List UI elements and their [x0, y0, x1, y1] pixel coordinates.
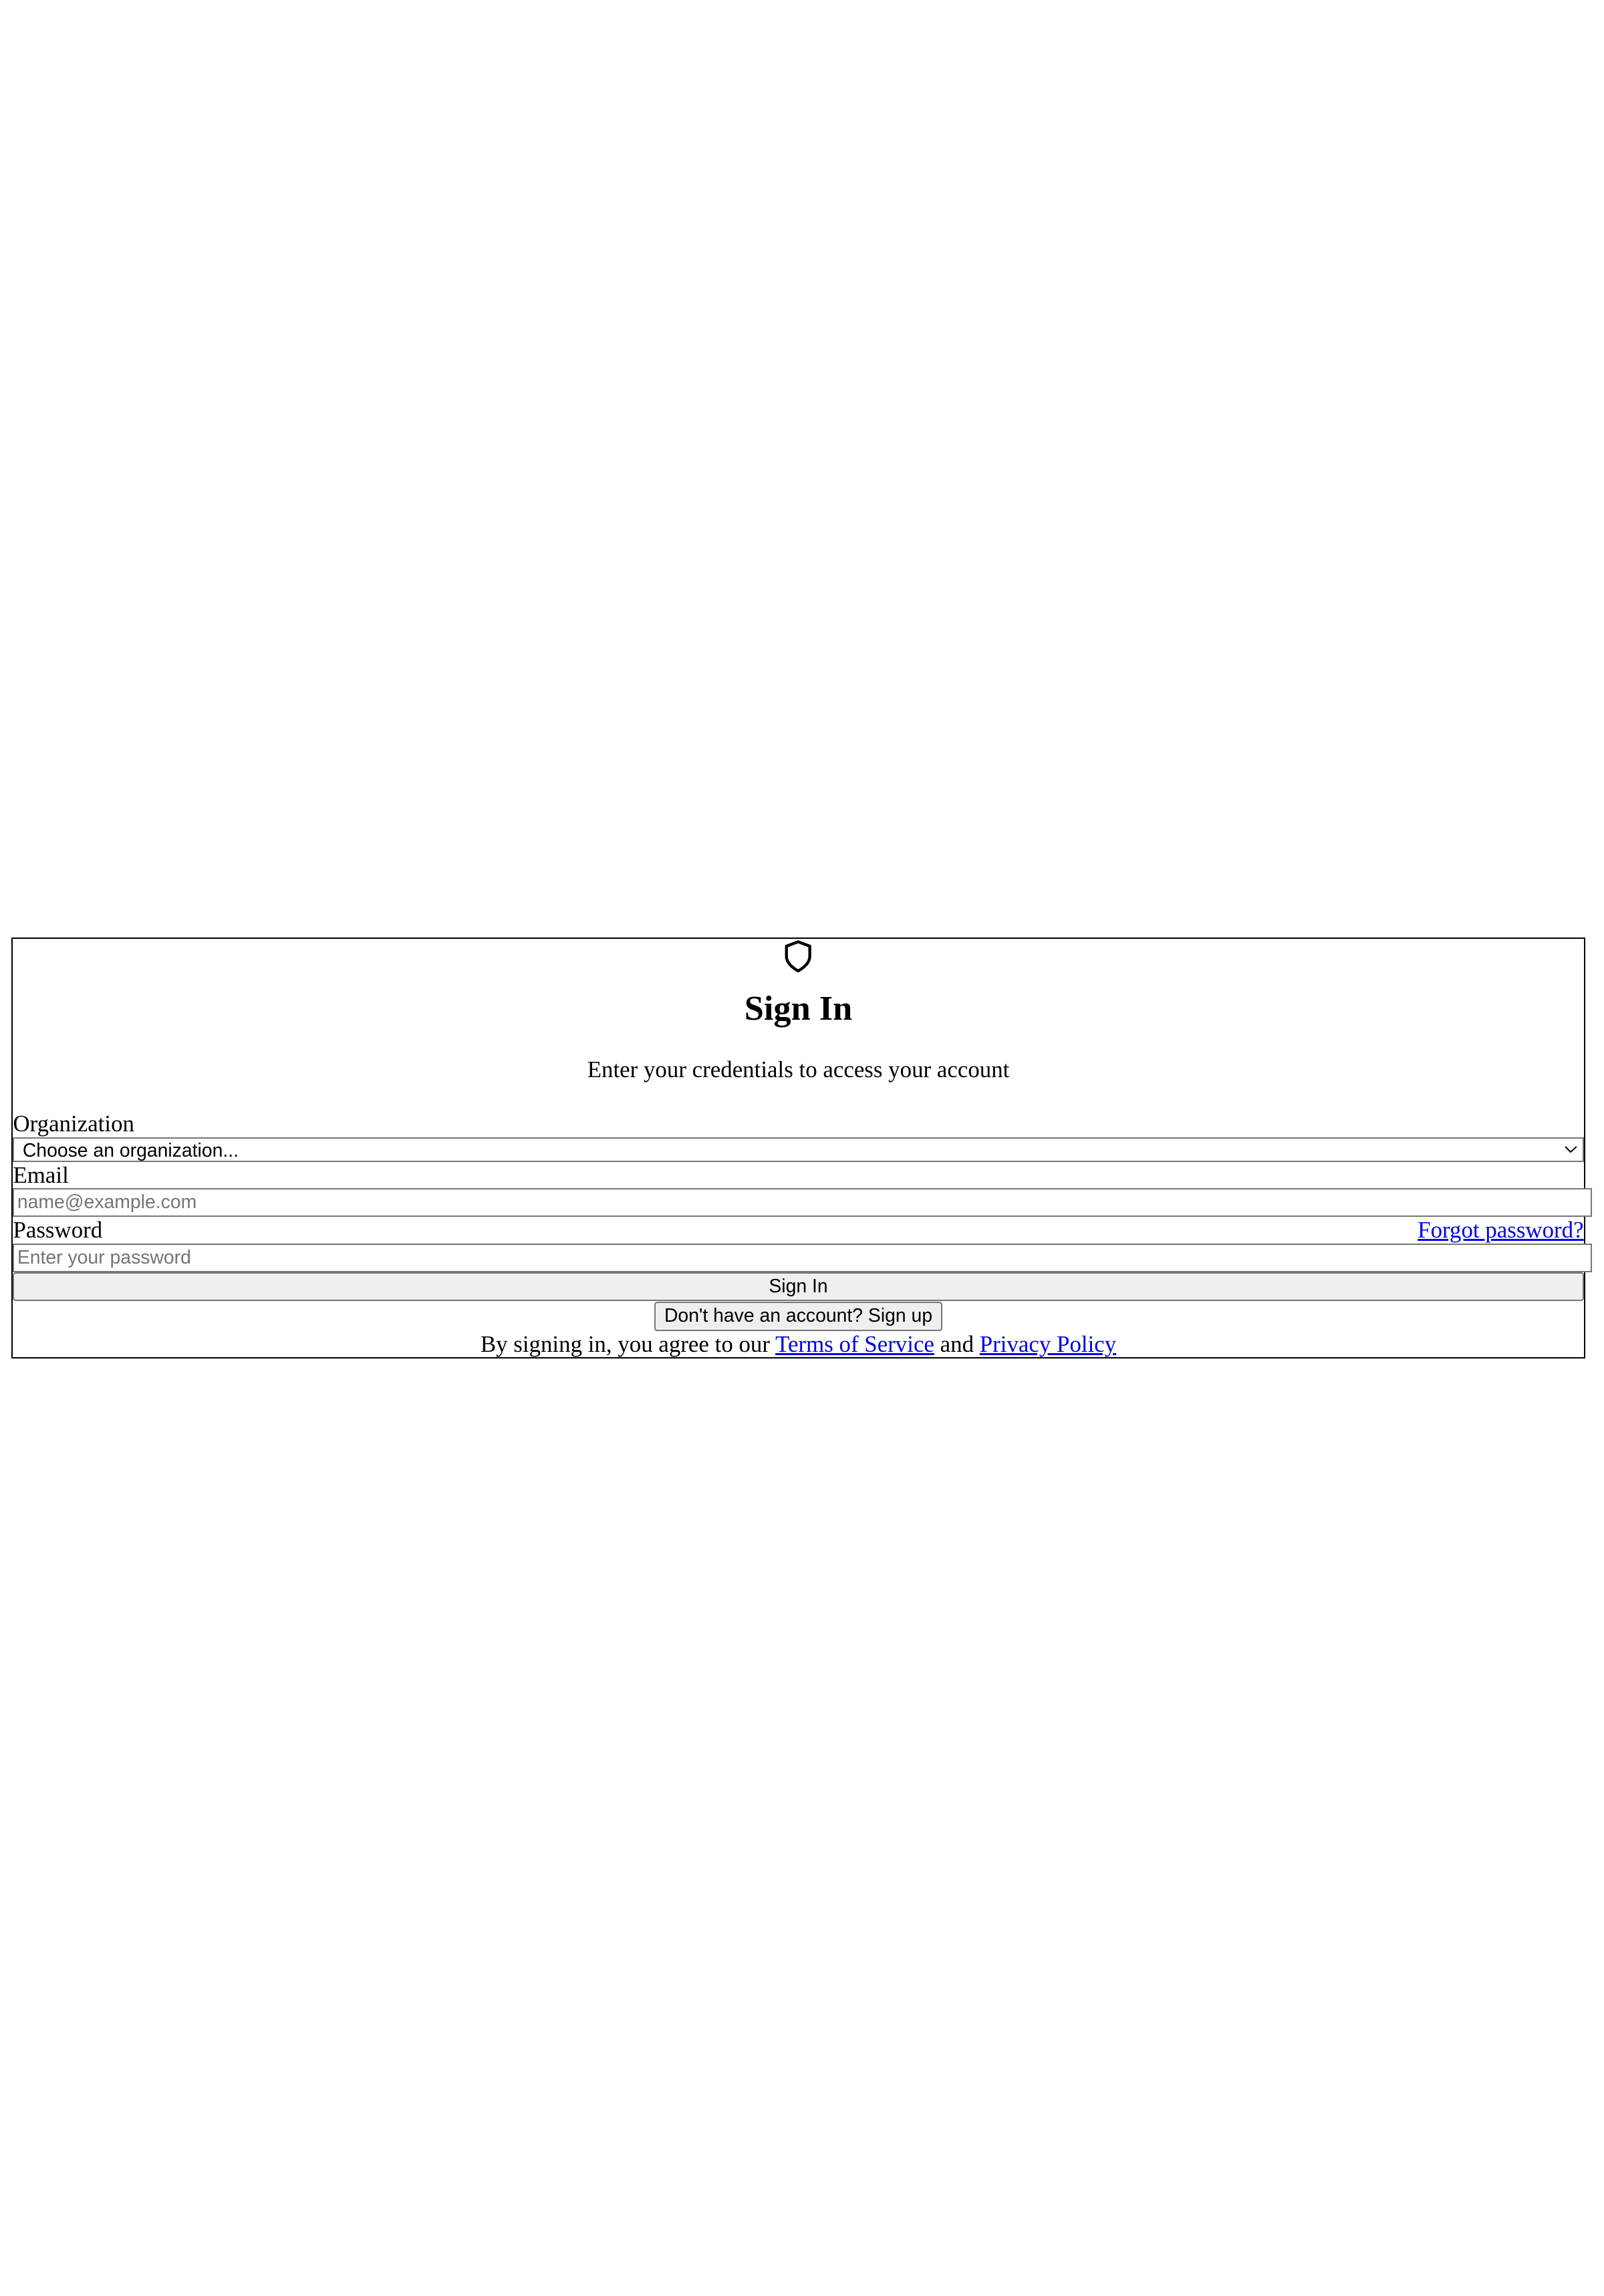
email-label: Email	[13, 1161, 69, 1188]
privacy-link[interactable]: Privacy Policy	[980, 1331, 1116, 1357]
sign-in-form: Organization Choose an organization... E…	[13, 1111, 1593, 1331]
legal-prefix: By signing in, you agree to our	[480, 1330, 776, 1357]
password-label-row: Password Forgot password?	[13, 1217, 1583, 1243]
card-header: Sign In Enter your credentials to access…	[13, 939, 1583, 1083]
password-input[interactable]	[13, 1243, 1593, 1272]
legal-footer: By signing in, you agree to our Terms of…	[13, 1331, 1583, 1357]
organization-select[interactable]: Choose an organization...	[13, 1137, 1584, 1162]
organization-label: Organization	[13, 1111, 134, 1137]
terms-link[interactable]: Terms of Service	[775, 1331, 934, 1357]
sign-in-button[interactable]: Sign In	[13, 1272, 1584, 1302]
page-title: Sign In	[744, 989, 853, 1028]
shield-icon	[13, 939, 1583, 974]
legal-and: and	[934, 1330, 980, 1357]
page: Sign In Enter your credentials to access…	[0, 0, 1604, 2296]
email-input[interactable]	[13, 1188, 1593, 1217]
sign-up-button[interactable]: Don't have an account? Sign up	[654, 1302, 943, 1331]
sign-in-card: Sign In Enter your credentials to access…	[11, 938, 1593, 1358]
page-subtitle: Enter your credentials to access your ac…	[587, 1056, 1010, 1083]
forgot-password-link[interactable]: Forgot password?	[1418, 1217, 1583, 1243]
password-label: Password	[13, 1217, 103, 1244]
